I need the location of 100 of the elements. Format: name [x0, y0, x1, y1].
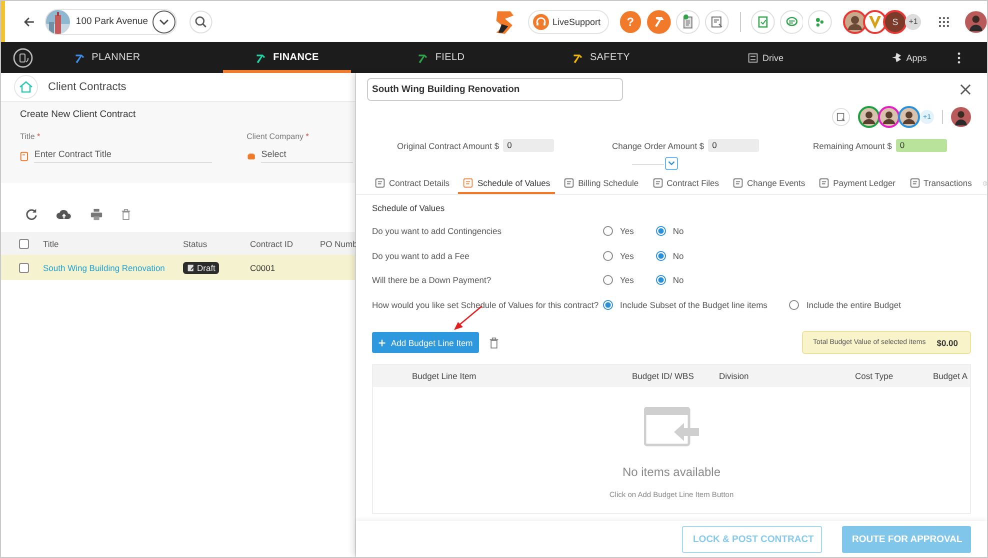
amount-field: 0	[708, 139, 760, 152]
input-field[interactable]: Enter Contract Title	[34, 149, 212, 163]
section-tab[interactable]: Schedule of Values	[458, 173, 556, 194]
amount-field: 0	[896, 139, 947, 152]
radio-option[interactable]: Yes	[603, 226, 634, 236]
document-icon[interactable]	[705, 10, 729, 34]
module-tab[interactable]: FIELD	[351, 42, 531, 73]
status-badge: Draft	[183, 262, 220, 274]
delete-icon[interactable]	[121, 208, 131, 220]
column-header: Contract ID	[250, 238, 294, 248]
amount-label: Original Contract Amount $	[397, 140, 500, 150]
section-tab[interactable]: Billing Schedule	[559, 173, 644, 194]
print-icon[interactable]	[90, 208, 103, 220]
column-header: Status	[183, 238, 208, 248]
radio-option[interactable]: No	[656, 250, 684, 261]
member-avatar-icon[interactable]	[858, 106, 880, 128]
drive-icon	[748, 52, 758, 62]
radio-option[interactable]: No	[656, 275, 684, 286]
radio-button[interactable]	[603, 226, 613, 236]
more-members-badge[interactable]: +1	[905, 14, 922, 30]
radio-button[interactable]	[656, 226, 666, 236]
question-label: Will there be a Down Payment?	[372, 275, 492, 286]
back-arrow-icon[interactable]	[23, 16, 35, 28]
cloud-upload-icon[interactable]	[56, 208, 72, 220]
refresh-icon[interactable]	[25, 208, 38, 220]
expand-toggle-icon[interactable]	[665, 157, 678, 170]
network-icon[interactable]	[808, 10, 832, 34]
edit-icon	[187, 264, 195, 272]
radio-option[interactable]: Include Subset of the Budget line items	[603, 300, 768, 310]
column-header: Budget Line Item	[412, 371, 476, 381]
contract-title-field[interactable]: South Wing Building Renovation	[367, 78, 623, 101]
avatar-icon[interactable]	[863, 10, 888, 34]
section-tab[interactable]: Contract Files	[648, 173, 724, 194]
delete-icon[interactable]	[488, 336, 499, 348]
select-all-checkbox[interactable]	[19, 238, 29, 248]
column-header: Title	[43, 238, 60, 248]
avatar-initial[interactable]: S	[883, 10, 908, 34]
section-title: Schedule of Values	[372, 203, 446, 213]
member-avatar-icon[interactable]	[878, 106, 900, 128]
section-tab[interactable]: Change Events	[728, 173, 810, 194]
tab-icon	[463, 178, 474, 188]
table-cell-text: C0001	[250, 262, 276, 272]
project-selector[interactable]: 100 Park Avenue	[44, 8, 178, 34]
chevron-down-icon[interactable]	[152, 10, 176, 34]
input-field[interactable]: Select	[261, 149, 353, 163]
member-avatar-icon[interactable]	[898, 106, 920, 128]
tab-icon	[652, 178, 663, 188]
radio-button[interactable]	[656, 275, 666, 286]
contract-row[interactable]: South Wing Building Renovation Draft C0001	[1, 255, 355, 280]
radio-option[interactable]: Yes	[603, 250, 634, 261]
amount-label: Change Order Amount $	[612, 140, 704, 150]
checklist-icon[interactable]	[750, 10, 775, 34]
chat-icon[interactable]	[780, 10, 804, 34]
headset-icon	[532, 14, 549, 30]
document-icon[interactable]	[832, 108, 850, 126]
question-label: Do you want to add a Fee	[372, 250, 470, 261]
avatar-icon[interactable]	[843, 10, 868, 34]
tab-icon	[375, 178, 385, 188]
section-tab[interactable]: Contract Details	[370, 173, 454, 194]
column-header: Cost Type	[855, 371, 894, 381]
radio-button[interactable]	[603, 275, 613, 286]
hammer-icon[interactable]	[647, 10, 672, 34]
radio-option[interactable]: No	[656, 226, 684, 236]
project-name: 100 Park Avenue	[76, 16, 148, 27]
radio-option[interactable]: Include the entire Budget	[789, 300, 901, 310]
section-tab[interactable]: Payment Ledger	[814, 173, 901, 194]
section-tab[interactable]: Transactions	[904, 173, 977, 194]
radio-option[interactable]: Yes	[603, 275, 634, 286]
tab-icon	[819, 178, 830, 188]
tab-icon	[564, 178, 574, 188]
amount-label: Remaining Amount $	[813, 140, 892, 150]
radio-button[interactable]	[603, 300, 613, 310]
module-tab[interactable]: PLANNER	[45, 42, 169, 73]
apps-icon	[891, 52, 902, 63]
clipboard-icon[interactable]	[676, 10, 700, 34]
live-support-button[interactable]: LiveSupport	[528, 10, 609, 34]
question-label: Do you want to add Contingencies	[372, 226, 502, 236]
home-switch-icon[interactable]	[13, 48, 33, 68]
column-header: Budget ID/ WBS	[632, 371, 694, 381]
amount-field: 0	[503, 139, 554, 152]
user-avatar-icon[interactable]	[965, 10, 987, 32]
more-options-icon[interactable]	[957, 52, 961, 64]
radio-button[interactable]	[789, 300, 800, 310]
radio-button[interactable]	[656, 250, 666, 261]
close-icon[interactable]	[960, 84, 971, 95]
radio-button[interactable]	[603, 250, 613, 261]
nav-link[interactable]: Apps	[861, 42, 957, 73]
document-icon	[20, 150, 28, 162]
field-label: Title *	[20, 132, 42, 141]
user-avatar-icon[interactable]	[951, 107, 971, 127]
row-checkbox[interactable]	[19, 262, 29, 272]
form-heading: Create New Client Contract	[20, 109, 137, 120]
nav-link[interactable]: Drive	[671, 42, 861, 73]
empty-state-title: No items available	[622, 465, 721, 479]
apps-grid-icon[interactable]	[938, 16, 950, 28]
total-value: $0.00	[936, 338, 958, 348]
field-label: Client Company *	[246, 132, 310, 141]
tab-icon	[910, 178, 920, 188]
search-icon[interactable]	[189, 10, 213, 34]
module-tab[interactable]: SAFETY	[531, 42, 671, 73]
